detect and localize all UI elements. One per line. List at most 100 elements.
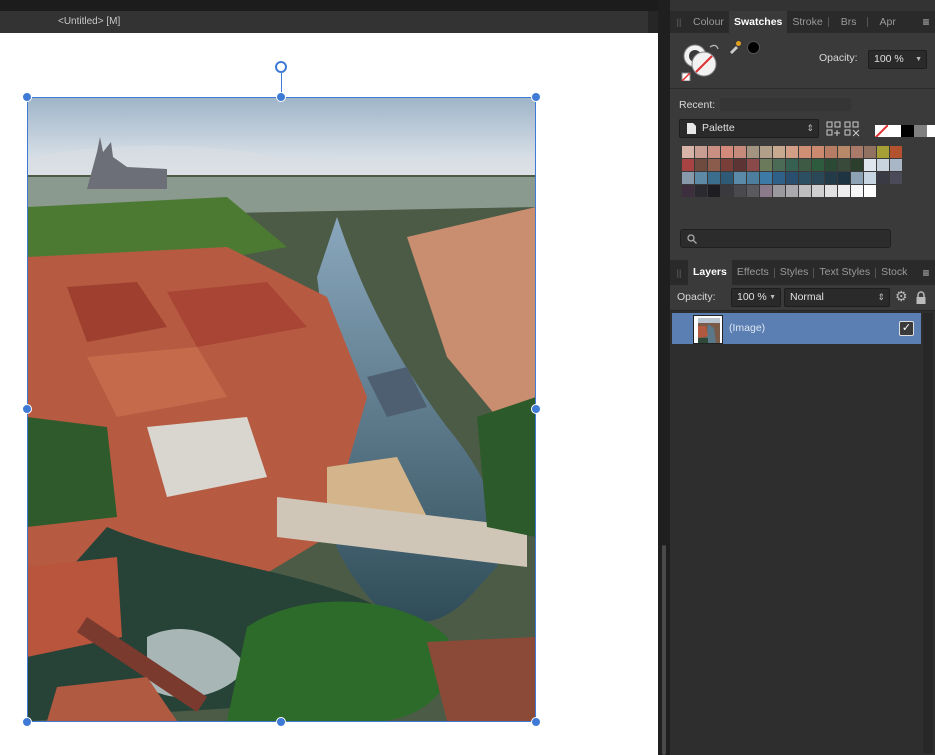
none-colour-swatch[interactable] xyxy=(875,125,888,137)
palette-swatch[interactable] xyxy=(877,159,889,171)
remove-swatch-icon[interactable] xyxy=(844,121,860,137)
palette-swatch[interactable] xyxy=(851,146,863,158)
palette-swatch[interactable] xyxy=(825,146,837,158)
layer-row[interactable]: (Image) ✓ xyxy=(672,313,921,344)
quick-colour-swatch[interactable] xyxy=(901,125,914,137)
palette-swatch[interactable] xyxy=(890,146,902,158)
selected-image[interactable] xyxy=(27,97,536,721)
palette-swatch[interactable] xyxy=(851,172,863,184)
add-from-selection-icon[interactable] xyxy=(826,121,842,137)
current-colour-swatch[interactable] xyxy=(747,41,760,54)
palette-swatch[interactable] xyxy=(786,146,798,158)
palette-swatch[interactable] xyxy=(851,185,863,197)
recent-colours-strip[interactable] xyxy=(720,98,851,111)
palette-swatch[interactable] xyxy=(760,172,772,184)
palette-swatch[interactable] xyxy=(708,146,720,158)
tab-brushes[interactable]: Brs xyxy=(829,11,867,33)
tab-effects[interactable]: Effects xyxy=(732,260,774,285)
palette-swatch[interactable] xyxy=(890,159,902,171)
palette-swatch[interactable] xyxy=(682,185,694,197)
palette-swatch[interactable] xyxy=(838,146,850,158)
palette-swatch[interactable] xyxy=(838,172,850,184)
quick-colour-swatch[interactable] xyxy=(888,125,901,137)
palette-swatch[interactable] xyxy=(695,159,707,171)
palette-swatch[interactable] xyxy=(721,172,733,184)
tab-styles[interactable]: Styles xyxy=(775,260,814,285)
palette-swatch[interactable] xyxy=(760,146,772,158)
palette-swatch[interactable] xyxy=(773,159,785,171)
palette-swatch[interactable] xyxy=(799,172,811,184)
palette-swatch[interactable] xyxy=(708,185,720,197)
tab-layers[interactable]: Layers xyxy=(688,260,732,285)
tab-colour[interactable]: Colour xyxy=(688,11,729,33)
tab-swatches[interactable]: Swatches xyxy=(728,11,788,33)
palette-swatch[interactable] xyxy=(734,172,746,184)
palette-swatch[interactable] xyxy=(721,146,733,158)
opacity-dropdown[interactable]: 100 % ▼ xyxy=(868,50,927,69)
palette-swatch[interactable] xyxy=(734,185,746,197)
palette-swatch[interactable] xyxy=(747,146,759,158)
palette-swatch[interactable] xyxy=(851,159,863,171)
handle-top-right[interactable] xyxy=(531,92,541,102)
handle-bottom-center[interactable] xyxy=(276,717,286,727)
canvas-scrollbar[interactable] xyxy=(662,545,666,755)
palette-swatch[interactable] xyxy=(760,159,772,171)
canvas[interactable] xyxy=(0,33,658,755)
palette-swatch[interactable] xyxy=(812,159,824,171)
palette-swatch[interactable] xyxy=(786,172,798,184)
palette-swatch[interactable] xyxy=(682,146,694,158)
layer-name[interactable]: (Image) xyxy=(729,322,765,334)
palette-swatch[interactable] xyxy=(682,172,694,184)
handle-bottom-left[interactable] xyxy=(22,717,32,727)
handle-top-center[interactable] xyxy=(276,92,286,102)
quick-colour-swatch[interactable] xyxy=(927,125,935,137)
palette-swatch[interactable] xyxy=(799,185,811,197)
palette-swatch[interactable] xyxy=(890,172,902,184)
palette-swatch[interactable] xyxy=(838,159,850,171)
lock-icon[interactable] xyxy=(916,291,926,304)
palette-swatch[interactable] xyxy=(825,185,837,197)
rotation-handle[interactable] xyxy=(275,61,287,73)
handle-bottom-right[interactable] xyxy=(531,717,541,727)
palette-swatch[interactable] xyxy=(864,172,876,184)
palette-swatch[interactable] xyxy=(682,159,694,171)
palette-swatch[interactable] xyxy=(812,185,824,197)
tab-text-styles[interactable]: Text Styles xyxy=(814,260,875,285)
palette-swatch[interactable] xyxy=(708,172,720,184)
palette-swatch[interactable] xyxy=(825,159,837,171)
palette-swatch[interactable] xyxy=(695,185,707,197)
palette-swatch[interactable] xyxy=(799,159,811,171)
palette-swatch[interactable] xyxy=(838,185,850,197)
palette-swatch[interactable] xyxy=(747,159,759,171)
palette-swatch[interactable] xyxy=(747,172,759,184)
palette-swatch[interactable] xyxy=(812,172,824,184)
handle-middle-left[interactable] xyxy=(22,404,32,414)
palette-swatch[interactable] xyxy=(864,146,876,158)
palette-swatch[interactable] xyxy=(773,185,785,197)
document-tab[interactable]: <Untitled> [M] xyxy=(0,11,648,33)
palette-swatch[interactable] xyxy=(799,146,811,158)
swatch-search-input[interactable] xyxy=(680,229,891,248)
panel-grip-icon[interactable]: || xyxy=(670,17,688,27)
palette-swatch[interactable] xyxy=(773,172,785,184)
blend-mode-dropdown[interactable]: Normal ⇕ xyxy=(784,288,890,307)
palette-swatch[interactable] xyxy=(812,146,824,158)
palette-swatch[interactable] xyxy=(760,185,772,197)
tab-stock[interactable]: Stock xyxy=(876,260,912,285)
palette-swatch[interactable] xyxy=(721,185,733,197)
palette-swatch[interactable] xyxy=(786,185,798,197)
tab-appearance[interactable]: Apr xyxy=(868,11,901,33)
palette-swatch[interactable] xyxy=(877,172,889,184)
quick-colour-swatch[interactable] xyxy=(914,125,927,137)
gear-icon[interactable]: ⚙ xyxy=(895,288,908,305)
tab-stroke[interactable]: Stroke xyxy=(787,11,827,33)
palette-swatch[interactable] xyxy=(786,159,798,171)
palette-swatch[interactable] xyxy=(747,185,759,197)
palette-swatch[interactable] xyxy=(708,159,720,171)
palette-dropdown[interactable]: Palette ⇕ xyxy=(679,119,819,138)
palette-swatch[interactable] xyxy=(721,159,733,171)
palette-swatch[interactable] xyxy=(864,185,876,197)
panel-menu-icon[interactable]: ≡ xyxy=(917,15,935,29)
layers-scrollbar[interactable] xyxy=(923,313,933,753)
eyedropper-icon[interactable] xyxy=(728,40,742,54)
